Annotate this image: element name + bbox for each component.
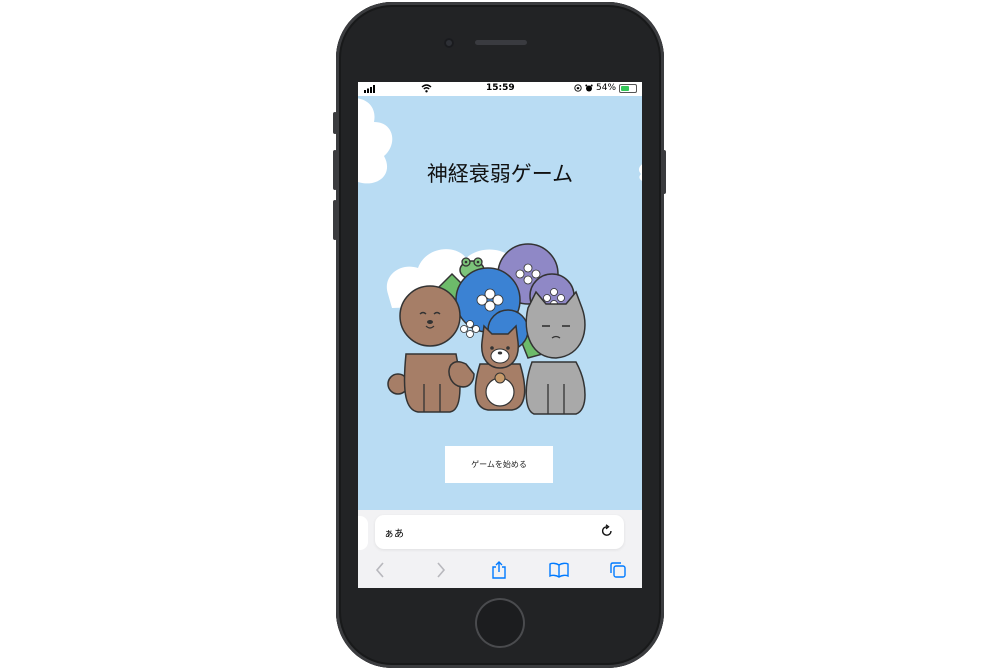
battery-percent: 54% <box>596 83 617 93</box>
bookmarks-icon[interactable] <box>548 560 570 580</box>
power-button <box>662 150 666 194</box>
forward-icon[interactable] <box>430 560 452 580</box>
home-button[interactable] <box>475 598 525 648</box>
address-bar[interactable]: ぁあ <box>375 515 624 549</box>
earpiece-speaker <box>475 40 527 45</box>
phone-screen: 15:59 54% 神経衰弱ゲーム ゲームを始める ぁあ <box>358 82 642 588</box>
alarm-icon <box>585 84 593 92</box>
status-bar: 15:59 54% <box>358 82 642 96</box>
page-content: 神経衰弱ゲーム ゲームを始める <box>358 96 642 510</box>
status-time: 15:59 <box>486 83 515 93</box>
wifi-icon <box>421 84 432 96</box>
start-game-button[interactable]: ゲームを始める <box>445 446 553 483</box>
lock-rotation-icon <box>574 84 582 92</box>
squirrel-figure <box>448 324 526 411</box>
previous-tab-preview[interactable] <box>358 516 368 550</box>
browser-chrome: ぁあ <box>358 510 642 588</box>
battery-charging-icon <box>619 83 638 93</box>
silent-switch <box>333 112 337 134</box>
page-settings-button[interactable]: ぁあ <box>384 525 404 540</box>
status-right-group: 54% <box>574 83 638 93</box>
front-camera <box>444 38 454 48</box>
volume-down-button <box>333 200 337 240</box>
back-icon[interactable] <box>369 560 391 580</box>
volume-up-button <box>333 150 337 190</box>
share-icon[interactable] <box>488 560 510 580</box>
animals-with-hydrangeas-illustration <box>386 243 586 415</box>
page-title: 神経衰弱ゲーム <box>426 162 574 186</box>
tabs-icon[interactable] <box>607 560 629 580</box>
cellular-signal-icon <box>364 85 376 96</box>
reload-icon[interactable] <box>600 523 614 542</box>
